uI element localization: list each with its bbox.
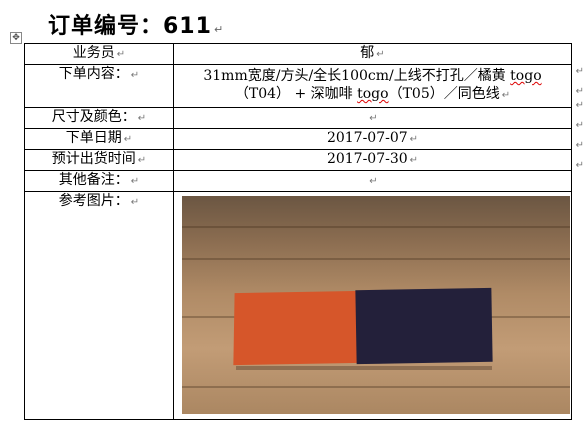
ship-date-value[interactable]: 2017-07-30 ↵ [173, 149, 572, 171]
reference-image-cell [173, 191, 572, 420]
row-remarks: 其他备注： ↵ ↵ [24, 170, 572, 192]
size-color-label: 尺寸及颜色： ↵ [24, 107, 174, 129]
row-ship-date: 预计出货时间 ↵ 2017-07-30 ↵ [24, 149, 572, 171]
remarks-value[interactable]: ↵ [173, 170, 572, 192]
order-table: 业务员 ↵ 郁 ↵ 下单内容： ↵ 31mm宽度/方头/全长100cm/上线不打孔／橘… [24, 43, 572, 420]
order-date-label: 下单日期 ↵ [24, 128, 174, 150]
reference-photo [182, 196, 570, 414]
row-order-content: 下单内容： ↵ 31mm宽度/方头/全长100cm/上线不打孔／橘黄 togo （… [24, 64, 572, 108]
row-size-color: 尺寸及颜色： ↵ ↵ [24, 107, 572, 129]
move-icon[interactable]: ✥ [10, 32, 22, 44]
reference-label: 参考图片： ↵ [24, 191, 174, 420]
row-reference-image: 参考图片： ↵ [24, 191, 572, 420]
row-end-marks: ↵ ↵ ↵ ↵ ↵ ↵ [575, 66, 584, 171]
salesperson-label: 业务员 ↵ [24, 43, 174, 65]
row-salesperson: 业务员 ↵ 郁 ↵ [24, 43, 572, 65]
orange-leather-swatch [233, 290, 362, 366]
order-content-label: 下单内容： ↵ [24, 64, 174, 108]
remarks-label: 其他备注： ↵ [24, 170, 174, 192]
ship-date-label: 预计出货时间 ↵ [24, 149, 174, 171]
size-color-value[interactable]: ↵ [173, 107, 572, 129]
paragraph-mark: ↵ [213, 23, 225, 36]
order-number-title: 订单编号：611 [48, 14, 212, 39]
salesperson-value[interactable]: 郁 ↵ [173, 43, 572, 65]
row-order-date: 下单日期 ↵ 2017-07-07 ↵ [24, 128, 572, 150]
order-content-value[interactable]: 31mm宽度/方头/全长100cm/上线不打孔／橘黄 togo （T04） + … [173, 64, 572, 108]
page-title: 订单编号：611 ↵ [48, 8, 224, 40]
order-date-value[interactable]: 2017-07-07 ↵ [173, 128, 572, 150]
swatch-shadow [236, 366, 492, 370]
navy-leather-swatch [355, 287, 493, 365]
